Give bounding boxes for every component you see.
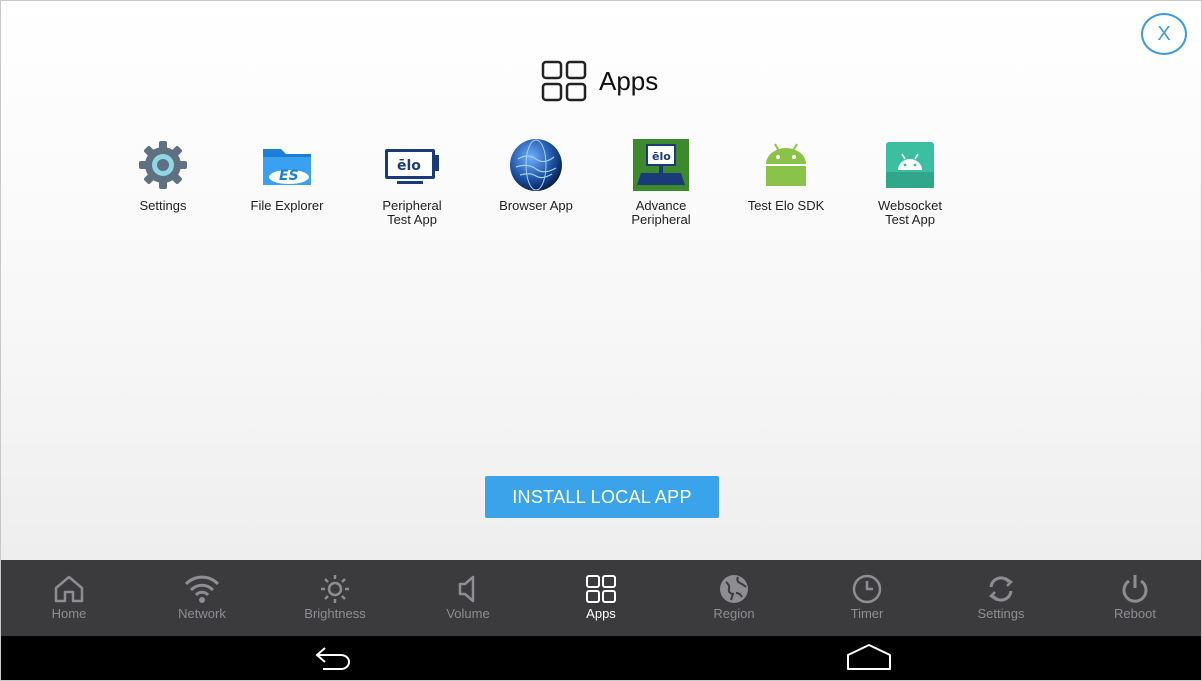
app-websocket-test[interactable]: Websocket Test App bbox=[850, 137, 970, 227]
nav-label: Region bbox=[713, 606, 755, 621]
close-button[interactable]: X bbox=[1141, 13, 1187, 55]
system-nav-bar bbox=[1, 636, 1201, 680]
elo-monitor-icon: ēlo bbox=[382, 137, 442, 193]
back-icon bbox=[315, 647, 350, 670]
android-icon bbox=[756, 137, 816, 193]
apps-panel: X Apps Settings ES File Explorer ēlo Per… bbox=[1, 1, 1201, 560]
elo-logo-text: ēlo bbox=[652, 150, 671, 163]
home-outline-icon bbox=[847, 644, 891, 670]
globe-icon bbox=[506, 137, 566, 193]
wifi-icon bbox=[184, 575, 220, 603]
nav-label: Volume bbox=[446, 606, 490, 621]
nav-timer[interactable]: Timer bbox=[807, 560, 927, 636]
app-grid: Settings ES File Explorer ēlo Peripheral… bbox=[101, 137, 1001, 237]
app-label: File Explorer bbox=[250, 198, 324, 213]
nav-label: Reboot bbox=[1114, 606, 1156, 621]
nav-brightness[interactable]: Brightness bbox=[275, 560, 395, 636]
app-test-elo-sdk[interactable]: Test Elo SDK bbox=[726, 137, 846, 213]
es-file-explorer-icon: ES bbox=[257, 137, 317, 193]
home-button[interactable] bbox=[846, 642, 892, 679]
refresh-icon bbox=[989, 576, 1013, 602]
nav-region[interactable]: Region bbox=[674, 560, 794, 636]
app-settings[interactable]: Settings bbox=[103, 137, 223, 213]
app-label: Advance Peripheral bbox=[631, 198, 691, 227]
nav-settings[interactable]: Settings bbox=[941, 560, 1061, 636]
power-icon bbox=[1122, 575, 1148, 603]
nav-label: Timer bbox=[850, 606, 884, 621]
gear-icon bbox=[133, 137, 193, 193]
nav-home[interactable]: Home bbox=[9, 560, 129, 636]
nav-volume[interactable]: Volume bbox=[408, 560, 528, 636]
apps-grid-icon bbox=[541, 60, 587, 102]
page-header: Apps bbox=[541, 59, 658, 103]
app-label: Settings bbox=[139, 198, 187, 213]
nav-label: Home bbox=[51, 606, 87, 621]
app-label: Peripheral Test App bbox=[382, 198, 442, 227]
bottom-nav: Home Network Brightness Volume Apps Regi… bbox=[1, 560, 1201, 636]
back-button[interactable] bbox=[313, 642, 353, 679]
app-advance-peripheral[interactable]: ēlo Advance Peripheral bbox=[601, 137, 721, 227]
app-label: Websocket Test App bbox=[877, 198, 943, 227]
elo-logo-text: ēlo bbox=[397, 158, 421, 174]
nav-label: Network bbox=[178, 606, 226, 621]
app-window: X Apps Settings ES File Explorer ēlo Per… bbox=[0, 0, 1202, 681]
sun-icon bbox=[321, 575, 349, 603]
nav-label: Brightness bbox=[304, 606, 366, 621]
nav-apps[interactable]: Apps bbox=[541, 560, 661, 636]
page-title: Apps bbox=[599, 65, 659, 96]
globe-icon bbox=[720, 575, 748, 603]
elo-terminal-icon: ēlo bbox=[631, 137, 691, 193]
app-file-explorer[interactable]: ES File Explorer bbox=[227, 137, 347, 213]
app-browser[interactable]: Browser App bbox=[476, 137, 596, 213]
home-icon bbox=[54, 575, 84, 603]
app-label: Test Elo SDK bbox=[747, 198, 825, 213]
speaker-icon bbox=[458, 575, 475, 603]
es-logo-text: ES bbox=[279, 168, 299, 184]
nav-reboot[interactable]: Reboot bbox=[1075, 560, 1195, 636]
install-local-app-button[interactable]: INSTALL LOCAL APP bbox=[485, 476, 719, 518]
apps-grid-icon bbox=[586, 575, 616, 603]
android-tile-icon bbox=[880, 137, 940, 193]
app-label: Browser App bbox=[499, 198, 573, 213]
nav-label: Apps bbox=[586, 606, 616, 621]
nav-network[interactable]: Network bbox=[142, 560, 262, 636]
clock-icon bbox=[852, 574, 882, 604]
nav-label: Settings bbox=[977, 606, 1025, 621]
app-peripheral-test[interactable]: ēlo Peripheral Test App bbox=[352, 137, 472, 227]
